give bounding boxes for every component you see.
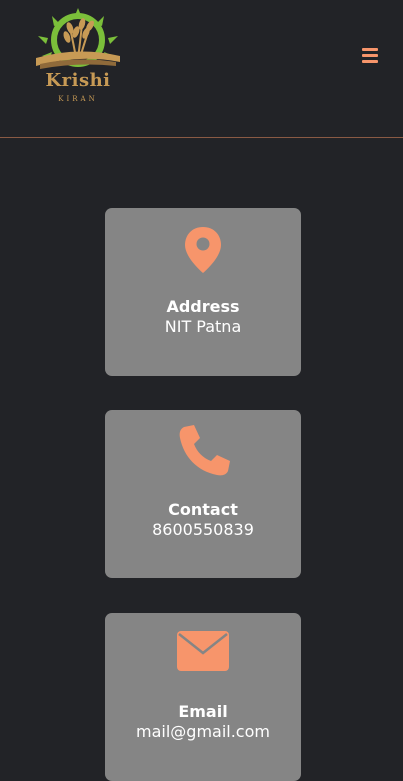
hamburger-menu-button[interactable] xyxy=(360,47,382,65)
map-pin-icon xyxy=(105,226,301,274)
hamburger-icon-bar xyxy=(362,54,378,57)
address-card: Address NIT Patna xyxy=(105,208,301,376)
hamburger-icon xyxy=(362,48,378,51)
brand-tagline: KIRAN xyxy=(58,95,98,103)
address-title: Address xyxy=(166,297,240,316)
wheat-sun-logo-icon xyxy=(36,8,120,69)
phone-icon xyxy=(105,424,301,476)
navbar: Krishi KIRAN xyxy=(0,0,403,138)
contact-title: Contact xyxy=(168,500,238,519)
envelope-icon xyxy=(105,631,301,671)
email-value[interactable]: mail@gmail.com xyxy=(105,722,301,741)
email-title: Email xyxy=(178,702,228,721)
address-value: NIT Patna xyxy=(164,317,242,336)
contact-card: Contact 8600550839 xyxy=(105,410,301,578)
brand-logo[interactable]: Krishi KIRAN xyxy=(30,6,126,106)
email-card: Email mail@gmail.com xyxy=(105,613,301,781)
contact-value[interactable]: 8600550839 xyxy=(105,520,301,539)
hamburger-icon-bar xyxy=(362,60,378,63)
brand-name: Krishi xyxy=(45,70,111,91)
